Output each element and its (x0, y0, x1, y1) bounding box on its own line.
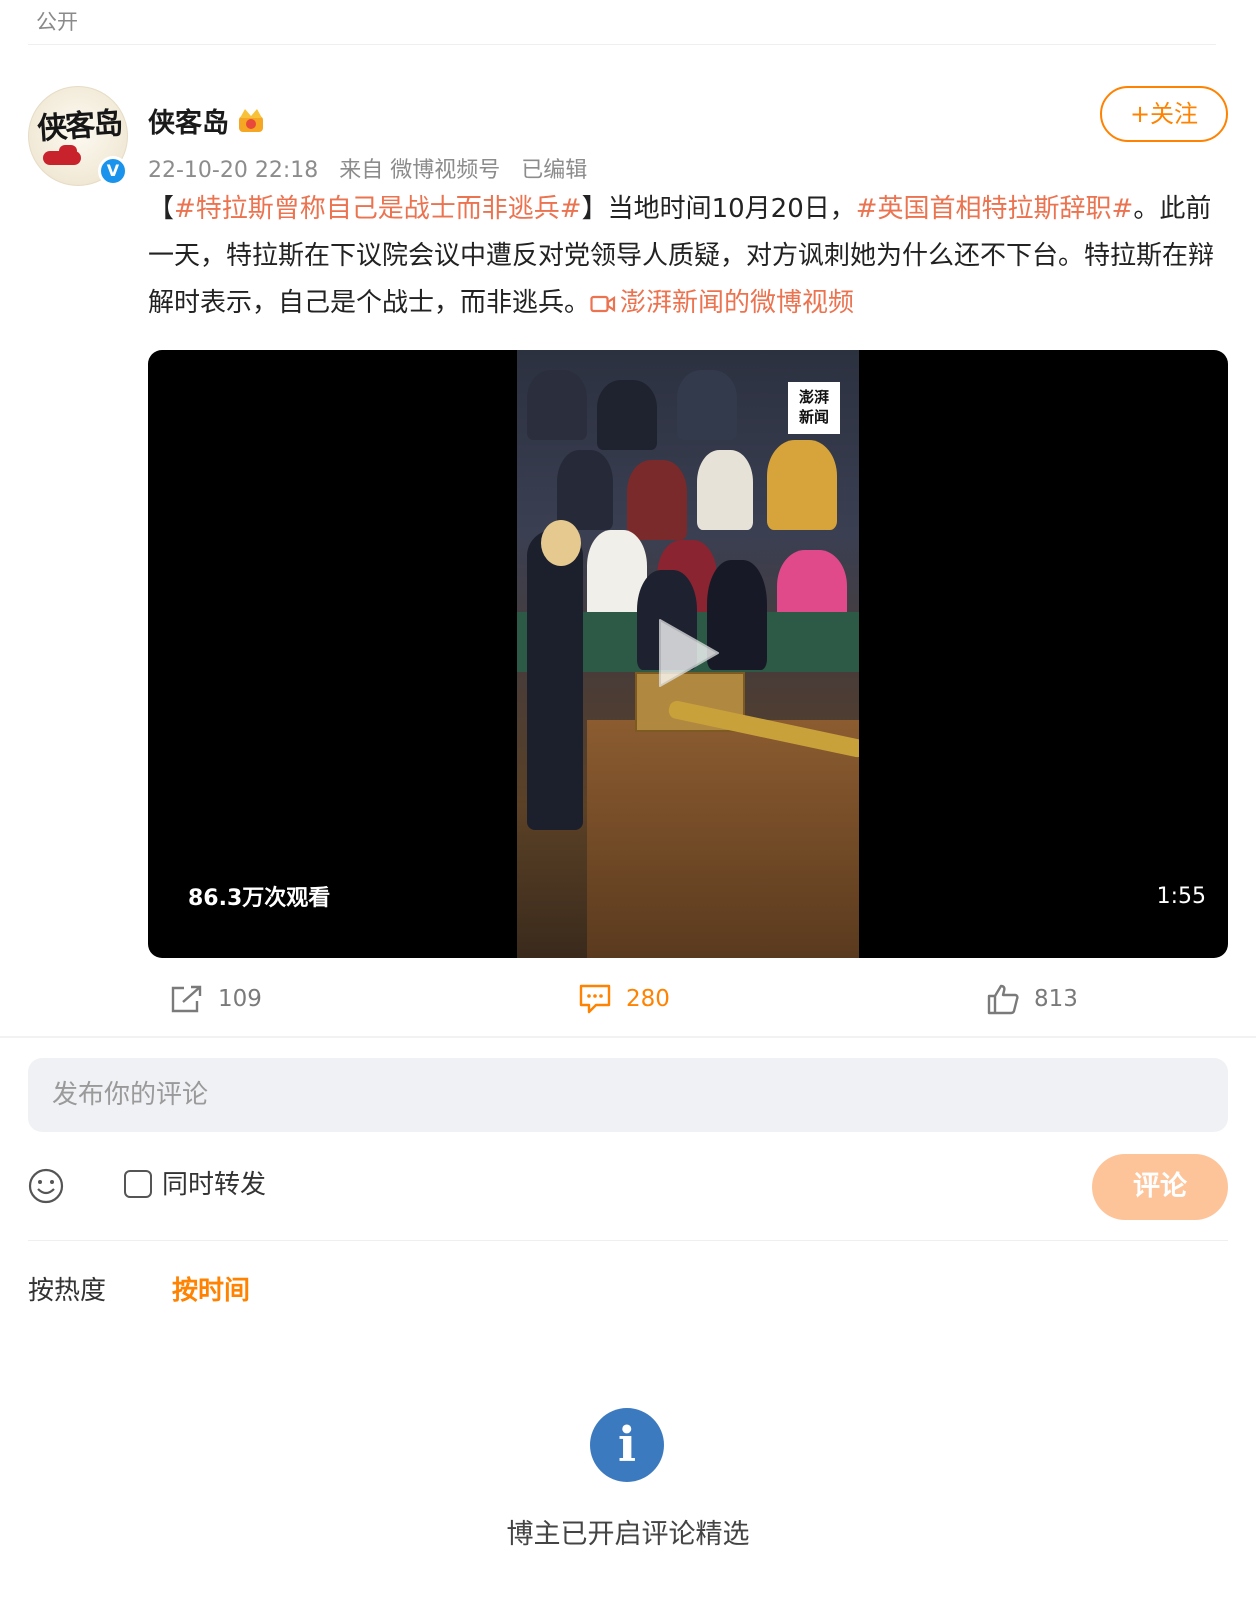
sort-by-time-tab[interactable]: 按时间 (172, 1270, 250, 1307)
video-watermark: 澎湃 新闻 (788, 382, 840, 434)
sort-by-hot-tab[interactable]: 按热度 (28, 1270, 106, 1307)
video-duration: 1:55 (1156, 884, 1206, 909)
edited-label[interactable]: 已编辑 (521, 158, 587, 183)
video-source-link[interactable]: 澎湃新闻的微博视频 (590, 288, 854, 318)
post-timestamp[interactable]: 22-10-20 22:18 (148, 158, 318, 183)
watermark-line: 澎湃 (798, 388, 829, 406)
avatar-cloud-decoration (59, 145, 77, 157)
video-figure (597, 380, 657, 450)
video-link-icon (590, 295, 616, 313)
crown-member-icon (239, 109, 263, 132)
repost-button[interactable]: 109 (170, 978, 262, 1020)
follow-button[interactable]: +关注 (1100, 86, 1228, 142)
video-table (587, 720, 859, 958)
repost-checkbox-label[interactable]: 同时转发 (162, 1164, 266, 1201)
video-view-count: 86.3万次观看 (188, 886, 331, 911)
video-figure (767, 440, 837, 530)
video-speaker (527, 530, 583, 830)
video-figure (677, 370, 737, 440)
comment-count: 280 (626, 986, 670, 1012)
like-count: 813 (1034, 986, 1078, 1012)
post-source: 来自 微博视频号 (339, 158, 501, 183)
avatar-logo-text: 侠客岛 (36, 106, 123, 147)
post-body-text: 】当地时间10月20日， (581, 194, 856, 224)
bracket: 【 (148, 194, 175, 224)
video-figure (697, 450, 753, 530)
author-name[interactable]: 侠客岛 (148, 101, 229, 140)
post-meta: 22-10-20 22:18 来自 微博视频号 已编辑 (148, 152, 601, 184)
thumbs-up-icon (987, 984, 1019, 1015)
verified-badge-icon: V (98, 156, 128, 186)
like-button[interactable]: 813 (986, 978, 1078, 1020)
repost-icon (171, 985, 202, 1013)
video-figure (627, 460, 687, 540)
video-player[interactable]: 澎湃 新闻 86.3万次观看 1:55 (148, 350, 1228, 958)
video-figure (557, 450, 613, 530)
divider (28, 1240, 1228, 1241)
comment-button[interactable]: 280 (578, 978, 670, 1020)
divider (28, 44, 1216, 45)
hashtag-link[interactable]: #英国首相特拉斯辞职# (856, 194, 1134, 224)
post-text: 【#特拉斯曾称自己是战士而非逃兵#】当地时间10月20日，#英国首相特拉斯辞职#… (148, 186, 1230, 327)
post-actions: 109 280 813 (0, 978, 1256, 1020)
repost-count: 109 (218, 986, 262, 1012)
comment-curation-notice: 博主已开启评论精选 (506, 1519, 750, 1550)
hashtag-link[interactable]: #特拉斯曾称自己是战士而非逃兵# (174, 194, 582, 224)
video-speaker-head (541, 520, 581, 566)
repost-checkbox[interactable] (124, 1170, 152, 1198)
comment-icon (579, 984, 611, 1014)
visibility-label: 公开 (36, 10, 78, 34)
submit-comment-button[interactable]: 评论 (1092, 1154, 1228, 1220)
comment-input[interactable]: 发布你的评论 (28, 1058, 1228, 1132)
divider (0, 1036, 1256, 1038)
video-figure (527, 370, 587, 440)
info-icon: i (590, 1408, 664, 1482)
emoji-icon[interactable] (28, 1168, 64, 1204)
video-source-label: 澎湃新闻的微博视频 (620, 288, 855, 318)
watermark-line: 新闻 (798, 408, 829, 426)
play-icon[interactable] (640, 608, 730, 698)
